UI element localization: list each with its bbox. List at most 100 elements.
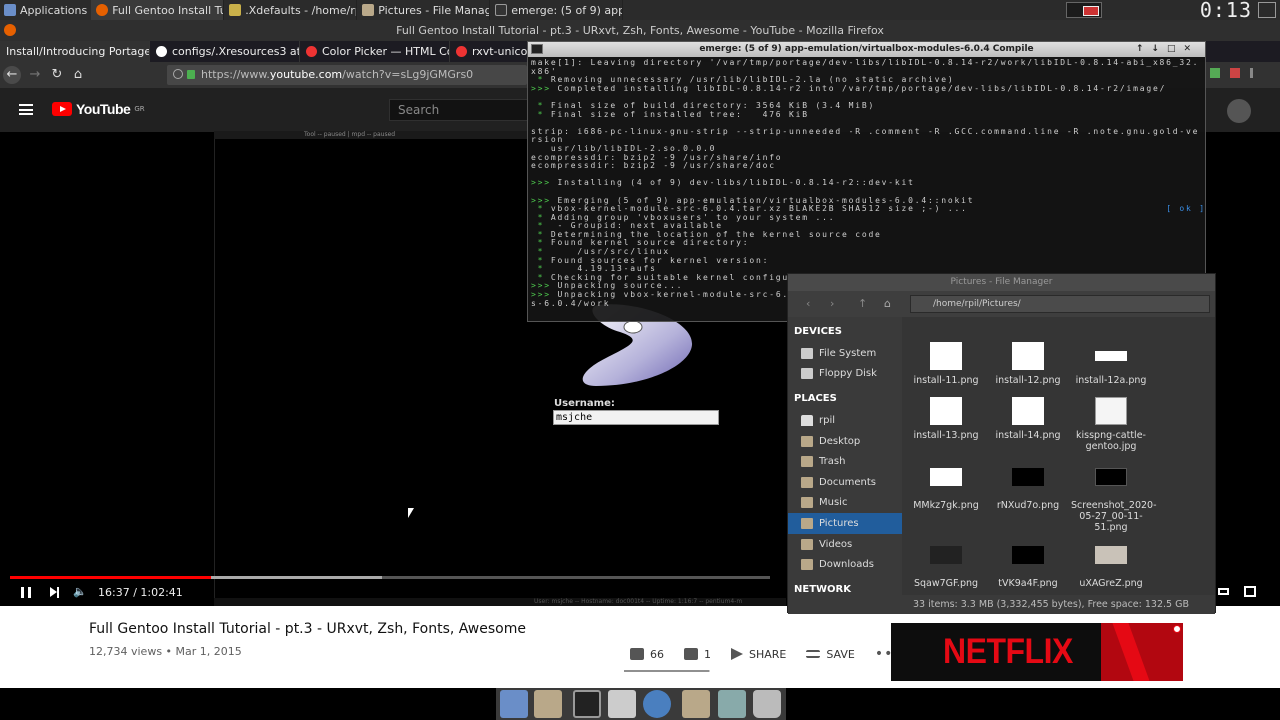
youtube-logo[interactable]: YouTube GR xyxy=(52,101,145,117)
reload-button[interactable]: ↻ xyxy=(48,66,66,84)
tab-github-configs[interactable]: configs/.Xresources3 at n xyxy=(150,41,300,62)
sidebar-item-trash[interactable]: Trash xyxy=(788,451,902,472)
tab-label: Color Picker — HTML Col xyxy=(322,45,450,58)
share-label: SHARE xyxy=(749,647,787,661)
path-bar[interactable]: /home/rpil/Pictures/ xyxy=(910,295,1210,313)
share-icon xyxy=(731,648,743,660)
tab-color-picker[interactable]: Color Picker — HTML Col xyxy=(300,41,450,62)
sidebar-item-downloads[interactable]: Downloads xyxy=(788,554,902,575)
applications-menu[interactable]: Applications xyxy=(0,0,91,20)
taskbar-item-terminal[interactable]: emerge: (5 of 9) app-e... xyxy=(490,0,624,20)
extension-icon[interactable] xyxy=(1230,68,1240,78)
file-item[interactable]: install-13.png xyxy=(906,397,986,441)
sidebar-item-label: Floppy Disk xyxy=(819,368,877,380)
window-controls[interactable]: ↑↓□✕ xyxy=(1136,42,1199,57)
like-button[interactable]: 66 xyxy=(630,648,664,661)
sidebar-item-desktop[interactable]: Desktop xyxy=(788,431,902,452)
url-bar[interactable]: https://www.youtube.com/watch?v=sLg9jGMG… xyxy=(167,65,527,85)
file-cabinet-icon[interactable] xyxy=(608,690,636,718)
video-views-date: 12,734 views • Mar 1, 2015 xyxy=(89,645,242,658)
file-item[interactable]: tVK9a4F.png xyxy=(988,546,1068,589)
workspace-window-thumbnail xyxy=(1083,6,1099,16)
file-manager-window[interactable]: Pictures - File Manager ‹ › ↑ ⌂ /home/rp… xyxy=(787,273,1216,614)
text-editor-icon xyxy=(229,4,242,16)
file-name: install-11.png xyxy=(913,375,979,386)
ad-info-icon[interactable] xyxy=(1173,625,1181,633)
sidebar-item-music[interactable]: Music xyxy=(788,493,902,514)
advertisement-banner[interactable]: NETFLIX xyxy=(891,623,1183,681)
folder-icon xyxy=(801,435,813,447)
sidebar-item-floppy-disk[interactable]: Floppy Disk xyxy=(788,364,902,385)
sidebar-item-home[interactable]: rpil xyxy=(788,410,902,431)
xfce-mouse-icon[interactable] xyxy=(500,690,528,718)
theater-mode-button[interactable] xyxy=(1218,588,1229,595)
extension-icon[interactable] xyxy=(1210,68,1220,78)
hamburger-menu-icon[interactable] xyxy=(19,104,33,115)
file-item[interactable]: install-12.png xyxy=(988,342,1068,386)
save-button[interactable]: SAVE xyxy=(806,648,855,661)
thumbs-up-icon xyxy=(630,648,644,660)
file-item[interactable]: Screenshot_2020-05-27_00-11-51.png xyxy=(1071,468,1157,533)
file-name: install-12a.png xyxy=(1075,375,1147,386)
file-name: install-13.png xyxy=(913,430,979,441)
overflow-menu-icon[interactable] xyxy=(1250,68,1253,78)
file-item[interactable]: uXAGreZ.png xyxy=(1071,546,1151,589)
image-thumbnail xyxy=(1095,351,1127,361)
sidebar-item-pictures[interactable]: Pictures xyxy=(788,513,902,534)
web-browser-icon[interactable] xyxy=(643,690,671,718)
file-item[interactable]: kisspng-cattle-gentoo.jpg xyxy=(1071,397,1151,452)
back-icon[interactable]: ‹ xyxy=(806,297,810,310)
dislike-button[interactable]: 1 xyxy=(684,648,711,661)
sidebar-item-videos[interactable]: Videos xyxy=(788,534,902,555)
fullscreen-button[interactable] xyxy=(1244,586,1256,597)
status-ok-badge: [ ok ] xyxy=(1166,204,1205,214)
sidebar-item-documents[interactable]: Documents xyxy=(788,472,902,493)
url-host: youtube.com xyxy=(269,68,343,81)
forward-button[interactable]: → xyxy=(26,66,44,84)
file-item[interactable]: rNXud7o.png xyxy=(988,468,1068,511)
tab-portage[interactable]: Install/Introducing Portage - xyxy=(0,41,150,62)
file-item[interactable]: install-12a.png xyxy=(1071,342,1151,386)
screenshot-icon[interactable] xyxy=(718,690,746,718)
home-button[interactable]: ⌂ xyxy=(69,66,87,84)
file-item[interactable]: install-11.png xyxy=(906,342,986,386)
tab-label: configs/.Xresources3 at n xyxy=(172,45,300,58)
next-button[interactable] xyxy=(50,587,60,598)
workspace-pager[interactable] xyxy=(1066,2,1102,18)
info-icon[interactable] xyxy=(173,69,183,79)
trash-icon[interactable] xyxy=(753,690,781,718)
back-button[interactable]: ← xyxy=(3,66,21,84)
folder-icon[interactable] xyxy=(682,690,710,718)
netflix-n-logo xyxy=(1101,623,1183,681)
file-item[interactable]: Sqaw7GF.png xyxy=(906,546,986,589)
file-item[interactable]: install-14.png xyxy=(988,397,1068,441)
youtube-play-icon xyxy=(52,102,72,116)
forward-icon[interactable]: › xyxy=(830,297,834,310)
home-icon[interactable]: ⌂ xyxy=(884,297,891,310)
sidebar-item-label: Downloads xyxy=(819,559,874,571)
volume-icon[interactable]: 🔈 xyxy=(73,586,87,598)
pause-button[interactable] xyxy=(21,587,31,598)
taskbar-item-editor[interactable]: .Xdefaults - /home/rpil -... xyxy=(224,0,358,20)
share-button[interactable]: SHARE xyxy=(731,648,786,661)
sidebar-item-label: File System xyxy=(819,347,877,359)
url-scheme: https://www. xyxy=(201,68,270,81)
progress-bar[interactable] xyxy=(10,576,770,579)
terminal-titlebar[interactable]: emerge: (5 of 9) app-emulation/virtualbo… xyxy=(528,42,1205,57)
up-icon[interactable]: ↑ xyxy=(858,297,867,310)
sidebar-item-file-system[interactable]: File System xyxy=(788,343,902,364)
search-input[interactable]: Search xyxy=(389,99,529,121)
file-icon-view[interactable]: install-11.png install-12.png install-12… xyxy=(902,317,1215,595)
file-item[interactable]: MMkz7gk.png xyxy=(906,468,986,511)
sidebar-item-label: Pictures xyxy=(819,517,859,529)
taskbar-item-firefox[interactable]: Full Gentoo Install Tutor... xyxy=(91,0,225,20)
avatar[interactable] xyxy=(1227,99,1251,123)
terminal-icon[interactable] xyxy=(573,690,601,718)
tray-window-icon[interactable] xyxy=(1258,2,1276,18)
image-thumbnail xyxy=(930,342,962,370)
taskbar-item-file-manager[interactable]: Pictures - File Manager xyxy=(357,0,491,20)
home-folder-icon[interactable] xyxy=(534,690,562,718)
terminal-line: >>> Completed installing libIDL-0.8.14-r… xyxy=(531,83,1167,93)
file-manager-title[interactable]: Pictures - File Manager xyxy=(788,274,1215,291)
lock-icon[interactable] xyxy=(187,70,195,79)
